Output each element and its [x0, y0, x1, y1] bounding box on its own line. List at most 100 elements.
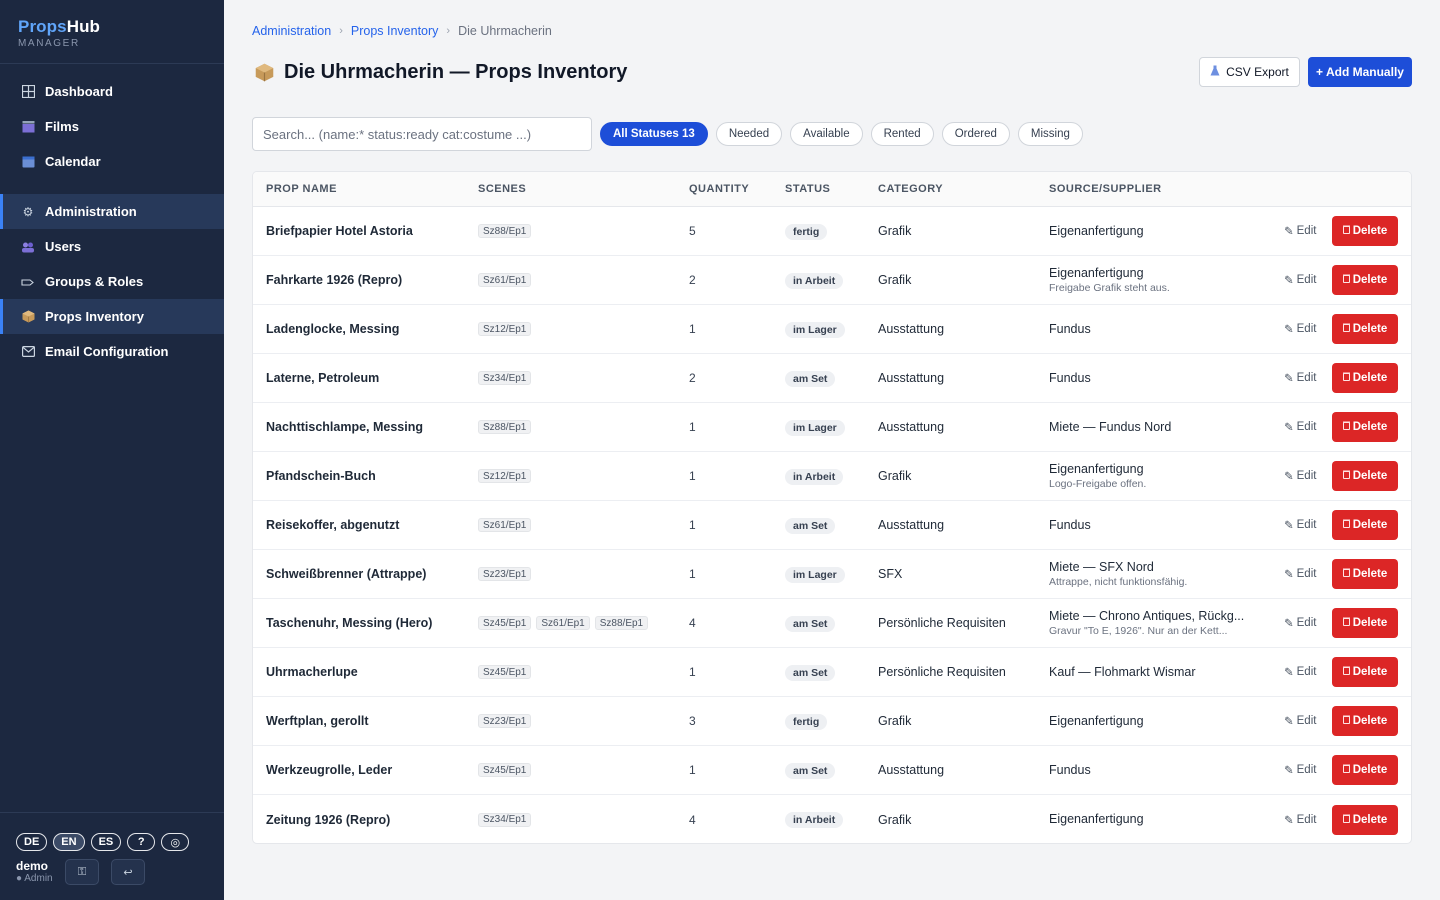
status-cell: am Set	[785, 615, 836, 632]
sidebar-item-users[interactable]: Users	[0, 229, 224, 264]
filter-missing[interactable]: Missing	[1017, 122, 1083, 146]
column-header-scenes[interactable]: SCENES	[478, 183, 526, 195]
scene-tag[interactable]: Sz12/Ep1	[478, 322, 532, 336]
delete-button[interactable]: Delete	[1332, 608, 1398, 638]
scene-tag[interactable]: Sz88/Ep1	[594, 616, 649, 630]
category: Persönliche Requisiten	[878, 616, 1006, 630]
sidebar-item-dashboard[interactable]: Dashboard	[0, 74, 224, 109]
search-input[interactable]	[252, 117, 592, 151]
scene-tags: Sz45/Ep1	[478, 665, 532, 679]
scene-tag[interactable]: Sz61/Ep1	[536, 616, 590, 630]
scene-tag[interactable]: Sz23/Ep1	[478, 567, 532, 581]
scene-tag[interactable]: Sz34/Ep1	[478, 371, 532, 385]
delete-button[interactable]: Delete	[1332, 314, 1398, 344]
breadcrumb-current: Die Uhrmacherin	[458, 24, 552, 38]
source-cell: Eigenanfertigung	[1049, 812, 1259, 827]
filter-rented[interactable]: Rented	[870, 122, 934, 146]
csv-export-button[interactable]: CSV Export	[1199, 57, 1300, 87]
add-manually-button[interactable]: + Add Manually	[1308, 57, 1412, 87]
page-title-text: Die Uhrmacherin — Props Inventory	[284, 61, 628, 83]
scene-tag[interactable]: Sz88/Ep1	[478, 224, 532, 238]
quantity: 1	[689, 665, 696, 679]
delete-button[interactable]: Delete	[1332, 706, 1398, 736]
table-row: Nachttischlampe, Messing Sz88/Ep1 1 im Lage…	[253, 403, 1411, 452]
logout-button[interactable]: ↩	[111, 859, 145, 885]
delete-button[interactable]: Delete	[1332, 363, 1398, 393]
edit-button[interactable]: ✎ Edit	[1284, 714, 1316, 728]
delete-button[interactable]: Delete	[1332, 510, 1398, 540]
filter-needed[interactable]: Needed	[715, 122, 783, 146]
theme-toggle-button[interactable]: ◎	[161, 833, 190, 851]
scene-tag[interactable]: Sz23/Ep1	[478, 714, 532, 728]
edit-button[interactable]: ✎ Edit	[1284, 224, 1316, 238]
delete-button[interactable]: Delete	[1332, 461, 1398, 491]
user-row: demo ● Admin ⚿ ↩	[16, 859, 208, 885]
delete-label: Delete	[1352, 764, 1388, 776]
delete-button[interactable]: Delete	[1332, 412, 1398, 442]
edit-button[interactable]: ✎ Edit	[1284, 469, 1316, 483]
prop-name: Pfandschein-Buch	[266, 469, 376, 483]
column-header-status[interactable]: STATUS	[785, 183, 830, 195]
filter-available[interactable]: Available	[790, 122, 863, 146]
column-header-source[interactable]: SOURCE/SUPPLIER	[1049, 183, 1162, 195]
category: Grafik	[878, 714, 912, 728]
breadcrumb-props-inventory[interactable]: Props Inventory	[351, 24, 439, 38]
profile-button[interactable]: ⚿	[65, 859, 99, 885]
sidebar-item-groups-roles[interactable]: Groups & Roles	[0, 264, 224, 299]
category: Grafik	[878, 469, 912, 483]
pencil-icon: ✎	[1284, 667, 1294, 679]
breadcrumb-administration[interactable]: Administration	[252, 24, 331, 38]
edit-button[interactable]: ✎ Edit	[1284, 665, 1316, 679]
source-cell: Fundus	[1049, 518, 1259, 533]
sidebar-item-label: Administration	[45, 204, 137, 219]
status-badge: am Set	[785, 517, 836, 534]
sidebar-item-administration[interactable]: ⚙ Administration	[0, 194, 224, 229]
status-badge: am Set	[785, 762, 836, 779]
delete-button[interactable]: Delete	[1332, 559, 1398, 589]
help-button[interactable]: ?	[127, 833, 156, 851]
scene-tag[interactable]: Sz12/Ep1	[478, 469, 532, 483]
delete-button[interactable]: Delete	[1332, 265, 1398, 295]
brand-name[interactable]: PropsHub	[18, 17, 206, 37]
edit-button[interactable]: ✎ Edit	[1284, 322, 1316, 336]
edit-button[interactable]: ✎ Edit	[1284, 420, 1316, 434]
quantity: 1	[689, 420, 696, 434]
delete-button[interactable]: Delete	[1332, 804, 1398, 835]
edit-button[interactable]: ✎ Edit	[1284, 616, 1316, 630]
edit-button[interactable]: ✎ Edit	[1284, 813, 1316, 827]
column-header-prop-name[interactable]: PROP NAME	[266, 183, 337, 195]
language-es-button[interactable]: ES	[90, 833, 122, 851]
scene-tag[interactable]: Sz45/Ep1	[478, 616, 532, 630]
edit-button[interactable]: ✎ Edit	[1284, 518, 1316, 532]
scene-tag[interactable]: Sz34/Ep1	[478, 812, 532, 827]
edit-label: Edit	[1296, 470, 1317, 482]
sidebar-item-props-inventory[interactable]: Props Inventory	[0, 299, 224, 334]
edit-button[interactable]: ✎ Edit	[1284, 371, 1316, 385]
scene-tag[interactable]: Sz45/Ep1	[478, 763, 532, 777]
language-en-button[interactable]: EN	[53, 833, 85, 851]
table-row: Uhrmacherlupe Sz45/Ep1 1 am Set Persönliche …	[253, 648, 1411, 697]
scene-tag[interactable]: Sz61/Ep1	[478, 518, 532, 532]
language-de-button[interactable]: DE	[16, 833, 48, 851]
source-supplier: Eigenanfertigung	[1049, 812, 1144, 826]
filter-all-statuses[interactable]: All Statuses 13	[600, 122, 708, 146]
scene-tag[interactable]: Sz61/Ep1	[478, 273, 532, 287]
scene-tag[interactable]: Sz45/Ep1	[478, 665, 532, 679]
sidebar-item-email-configuration[interactable]: Email Configuration	[0, 334, 224, 369]
sidebar-item-calendar[interactable]: Calendar	[0, 144, 224, 179]
edit-label: Edit	[1296, 764, 1317, 776]
delete-button[interactable]: Delete	[1332, 657, 1398, 687]
quantity: 1	[689, 567, 696, 581]
delete-button[interactable]: Delete	[1332, 216, 1398, 246]
edit-label: Edit	[1296, 274, 1317, 286]
edit-button[interactable]: ✎ Edit	[1284, 567, 1316, 581]
edit-button[interactable]: ✎ Edit	[1284, 763, 1316, 777]
edit-button[interactable]: ✎ Edit	[1284, 273, 1316, 287]
filter-ordered[interactable]: Ordered	[941, 122, 1010, 146]
sidebar-item-films[interactable]: Films	[0, 109, 224, 144]
scene-tag[interactable]: Sz88/Ep1	[478, 420, 532, 434]
delete-button[interactable]: Delete	[1332, 755, 1398, 785]
column-header-category[interactable]: CATEGORY	[878, 183, 943, 195]
column-header-quantity[interactable]: QUANTITY	[689, 183, 749, 195]
category: SFX	[878, 567, 903, 581]
